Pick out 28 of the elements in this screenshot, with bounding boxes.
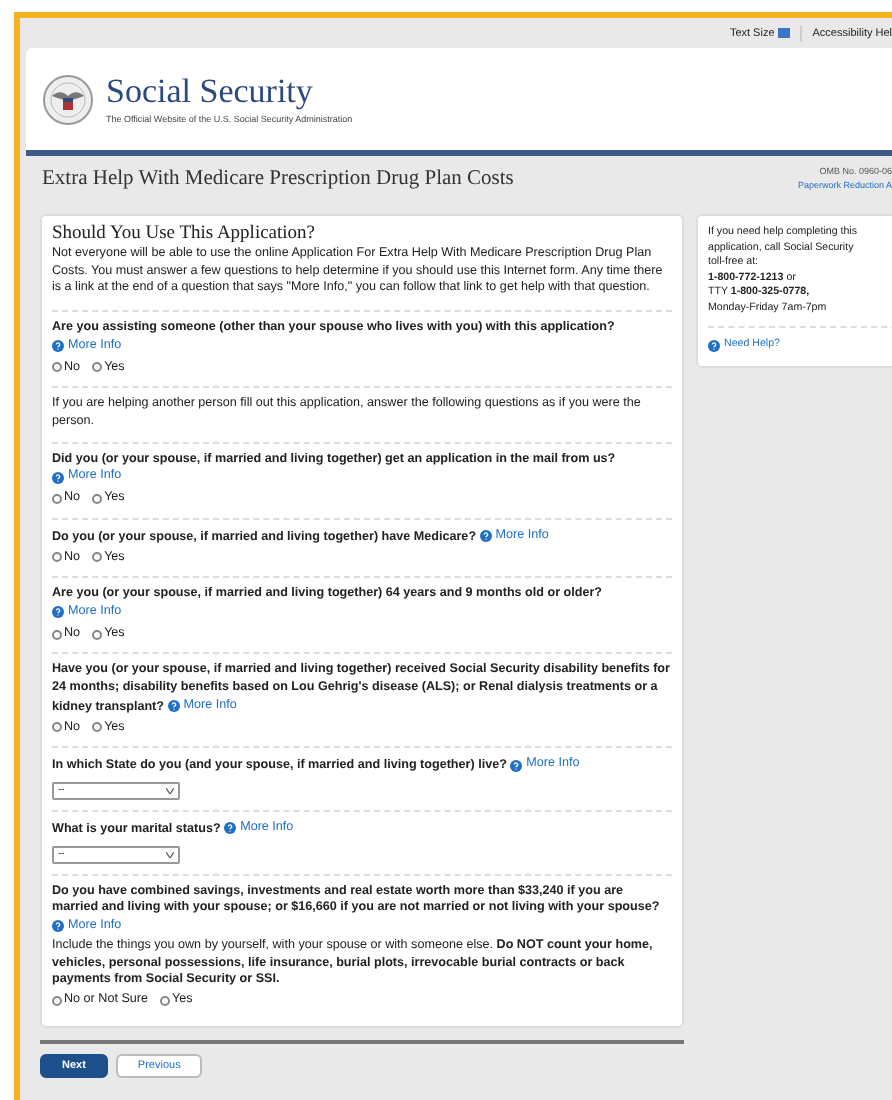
radio-button[interactable] bbox=[52, 552, 62, 563]
help-icon bbox=[52, 471, 64, 484]
radio-button[interactable] bbox=[52, 629, 62, 640]
radio-button[interactable] bbox=[52, 722, 62, 733]
radio-button[interactable] bbox=[52, 995, 62, 1006]
help-icon bbox=[52, 340, 64, 353]
site-title: Social Security bbox=[106, 74, 315, 108]
help-icon bbox=[479, 530, 492, 543]
radio-button[interactable] bbox=[92, 362, 103, 373]
dropdown-icon[interactable] bbox=[778, 28, 791, 38]
help-icon bbox=[167, 700, 180, 713]
radio-button[interactable] bbox=[52, 493, 62, 504]
help-icon bbox=[224, 822, 237, 835]
radio-button[interactable] bbox=[92, 629, 103, 640]
section-heading: Should You Use This Application? bbox=[52, 224, 318, 244]
caret-icon bbox=[166, 851, 174, 858]
radio-button[interactable] bbox=[92, 552, 103, 563]
page-title: Extra Help With Medicare Prescription Drug Plan Costs bbox=[42, 167, 514, 189]
radio-button[interactable] bbox=[52, 362, 62, 373]
radio-button[interactable] bbox=[92, 722, 103, 733]
radio-button[interactable] bbox=[160, 995, 170, 1006]
seal-logo bbox=[42, 73, 94, 125]
help-icon bbox=[52, 606, 64, 619]
caret-icon bbox=[166, 787, 174, 794]
radio-button[interactable] bbox=[92, 493, 103, 504]
help-icon bbox=[708, 339, 720, 352]
help-icon bbox=[52, 920, 64, 933]
help-icon bbox=[510, 759, 523, 772]
